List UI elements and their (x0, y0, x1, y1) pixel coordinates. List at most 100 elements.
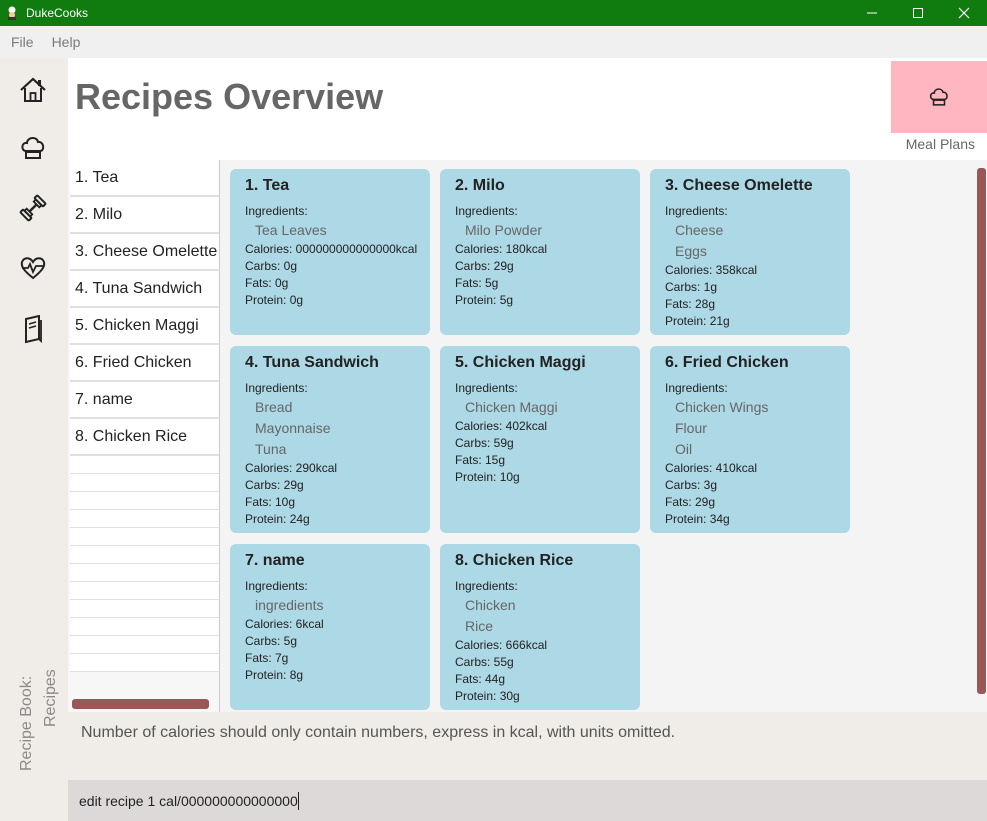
card-title: 4. Tuna Sandwich (245, 354, 379, 371)
ingredient: Bread (255, 399, 293, 415)
protein: Protein: 24g (245, 512, 310, 526)
list-empty-row (70, 456, 219, 474)
recipe-card[interactable]: 5. Chicken Maggi Ingredients: Chicken Ma… (440, 346, 640, 533)
ingredient: Chicken (465, 597, 516, 613)
list-horizontal-scrollbar[interactable] (72, 699, 209, 709)
list-empty-row (70, 528, 219, 546)
recipe-card[interactable]: 8. Chicken Rice Ingredients: Chicken Ric… (440, 544, 640, 710)
cards-vertical-scrollbar[interactable] (977, 168, 986, 694)
list-empty-row (70, 564, 219, 582)
protein: Protein: 8g (245, 668, 304, 682)
card-title: 1. Tea (245, 177, 290, 194)
ingredient: Chicken Maggi (465, 399, 558, 415)
nav-home-button[interactable] (15, 72, 51, 108)
calories: Calories: 410kcal (665, 461, 758, 475)
recipes-label: Recipes (42, 669, 59, 727)
list-item[interactable]: 1. Tea (70, 160, 219, 197)
card-title: 3. Cheese Omelette (665, 177, 813, 194)
protein: Protein: 34g (665, 512, 730, 526)
minimize-icon (867, 12, 877, 14)
ingredients-label: Ingredients: (245, 381, 308, 395)
ingredients-label: Ingredients: (665, 381, 728, 395)
carbs: Carbs: 55g (455, 655, 514, 669)
protein: Protein: 10g (455, 470, 520, 484)
ingredient: Mayonnaise (255, 420, 331, 436)
recipe-book-label: Recipe Book: (18, 675, 35, 771)
ingredient: Cheese (675, 222, 724, 238)
ingredients-label: Ingredients: (665, 204, 728, 218)
list-item[interactable]: 3. Cheese Omelette (70, 234, 219, 271)
list-item[interactable]: 4. Tuna Sandwich (70, 271, 219, 308)
recipe-card[interactable]: 7. name Ingredients: ingredients Calorie… (230, 544, 430, 710)
protein: Protein: 5g (455, 293, 514, 307)
carbs: Carbs: 59g (455, 436, 514, 450)
list-item[interactable]: 8. Chicken Rice (70, 419, 219, 456)
list-empty-row (70, 654, 219, 672)
command-input[interactable]: edit recipe 1 cal/000000000000000 (68, 780, 987, 821)
book-icon (25, 315, 42, 344)
recipe-card[interactable]: 1. Tea Ingredients: Tea Leaves Calories:… (230, 169, 430, 335)
ingredients-label: Ingredients: (245, 204, 308, 218)
carbs: Carbs: 29g (455, 259, 514, 273)
list-empty-row (70, 618, 219, 636)
carbs: Carbs: 29g (245, 478, 304, 492)
calories: Calories: 180kcal (455, 242, 548, 256)
nav-diary-button[interactable] (15, 312, 51, 348)
menu-help[interactable]: Help (52, 34, 81, 50)
ingredient: Chicken Wings (675, 399, 769, 415)
meal-plans-button[interactable] (891, 61, 987, 133)
chef-hat-icon (929, 88, 948, 106)
nav-recipes-button[interactable] (15, 130, 51, 166)
ingredients-label: Ingredients: (455, 381, 518, 395)
calories: Calories: 6kcal (245, 617, 324, 631)
carbs: Carbs: 3g (665, 478, 718, 492)
sidebar-vertical-labels: Recipe Book: Recipes (0, 663, 68, 773)
list-item[interactable]: 7. name (70, 382, 219, 419)
recipe-card[interactable]: 6. Fried Chicken Ingredients: Chicken Wi… (650, 346, 850, 533)
nav-exercise-button[interactable] (15, 190, 51, 226)
fats: Fats: 5g (455, 276, 499, 290)
maximize-button[interactable] (895, 0, 941, 26)
list-item[interactable]: 6. Fried Chicken (70, 345, 219, 382)
list-item[interactable]: 5. Chicken Maggi (70, 308, 219, 345)
recipe-cards-area: 1. Tea Ingredients: Tea Leaves Calories:… (220, 160, 987, 712)
ingredient: Eggs (675, 243, 707, 259)
menu-bar: File Help (0, 26, 987, 58)
ingredient: Tuna (255, 441, 287, 457)
minimize-button[interactable] (849, 0, 895, 26)
recipe-list[interactable]: 1. Tea 2. Milo 3. Cheese Omelette 4. Tun… (68, 160, 220, 712)
list-empty-row (70, 546, 219, 564)
close-icon (958, 7, 970, 19)
ingredients-label: Ingredients: (245, 579, 308, 593)
fats: Fats: 28g (665, 297, 716, 311)
page-title: Recipes Overview (75, 76, 384, 117)
list-empty-row (70, 492, 219, 510)
card-title: 8. Chicken Rice (455, 552, 574, 569)
protein: Protein: 0g (245, 293, 304, 307)
chef-hat-icon (21, 137, 45, 159)
card-title: 7. name (245, 552, 305, 569)
list-empty-row (70, 510, 219, 528)
dumbbell-icon (19, 194, 47, 222)
nav-health-button[interactable] (15, 250, 51, 286)
sidebar: Recipe Book: Recipes (0, 58, 68, 821)
close-button[interactable] (941, 0, 987, 26)
recipe-card[interactable]: 3. Cheese Omelette Ingredients: Cheese E… (650, 169, 850, 335)
ingredient: ingredients (255, 597, 324, 613)
text-cursor (297, 791, 299, 810)
list-empty-row (70, 582, 219, 600)
list-item[interactable]: 2. Milo (70, 197, 219, 234)
calories: Calories: 402kcal (455, 419, 548, 433)
list-empty-row (70, 636, 219, 654)
list-empty-row (70, 474, 219, 492)
header: Recipes Overview Meal Plans (68, 58, 987, 160)
card-title: 2. Milo (455, 177, 505, 194)
recipe-card[interactable]: 4. Tuna Sandwich Ingredients: Bread Mayo… (230, 346, 430, 533)
fats: Fats: 0g (245, 276, 289, 290)
ingredient: Milo Powder (465, 222, 543, 238)
fats: Fats: 44g (455, 672, 506, 686)
menu-file[interactable]: File (11, 34, 34, 50)
list-empty-row (70, 600, 219, 618)
fats: Fats: 10g (245, 495, 296, 509)
recipe-card[interactable]: 2. Milo Ingredients: Milo Powder Calorie… (440, 169, 640, 335)
